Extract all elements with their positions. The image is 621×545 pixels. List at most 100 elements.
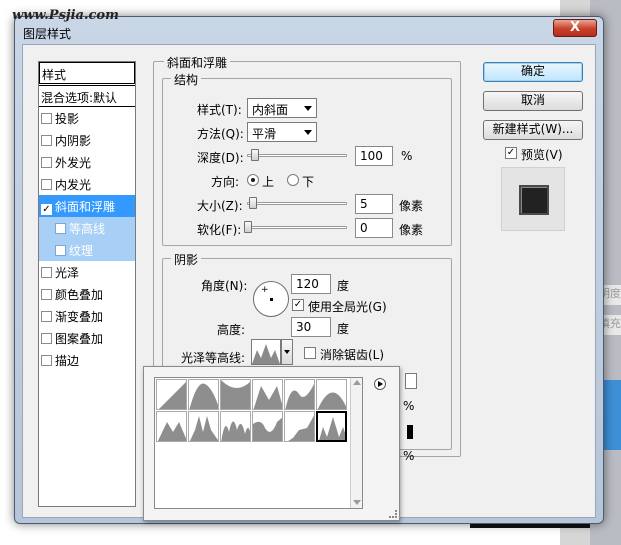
style-item[interactable]: ✓ 斜面和浮雕	[39, 195, 135, 217]
direction-up-radio[interactable]	[247, 174, 259, 186]
angle-dial-center	[270, 298, 273, 301]
style-item[interactable]: 等高线	[39, 217, 135, 239]
style-item[interactable]: 内阴影	[39, 129, 135, 151]
size-slider-track[interactable]	[247, 202, 347, 205]
style-item[interactable]: 纹理	[39, 239, 135, 261]
scroll-down-icon[interactable]	[353, 500, 361, 505]
style-item-label: 内阴影	[55, 134, 92, 148]
contour-preset[interactable]	[188, 411, 219, 442]
angle-dial[interactable]: +	[253, 281, 289, 317]
style-item-checkbox[interactable]	[41, 135, 52, 146]
depth-unit: %	[401, 149, 413, 163]
bevel-style-dropdown[interactable]: 内斜面	[247, 98, 317, 118]
style-item-checkbox[interactable]	[41, 289, 52, 300]
style-item-label: 外发光	[55, 156, 92, 170]
soften-input[interactable]: 0	[355, 218, 393, 238]
style-item[interactable]: 外发光	[39, 151, 135, 173]
bevel-section-title: 斜面和浮雕	[164, 54, 231, 71]
contour-preset[interactable]	[252, 379, 283, 410]
style-item[interactable]: 光泽	[39, 261, 135, 283]
preview-square	[519, 185, 549, 215]
popup-menu-icon[interactable]	[374, 378, 386, 390]
angle-input[interactable]: 120	[291, 274, 331, 294]
cancel-button[interactable]: 取消	[483, 91, 583, 111]
depth-slider-track[interactable]	[247, 154, 347, 157]
contour-preset[interactable]	[284, 411, 315, 442]
style-item-label: 图案叠加	[55, 332, 104, 346]
style-item[interactable]: 颜色叠加	[39, 283, 135, 305]
altitude-input[interactable]: 30	[291, 317, 331, 337]
direction-down-radio[interactable]	[287, 174, 299, 186]
style-item-label: 斜面和浮雕	[55, 200, 116, 214]
structure-title: 结构	[171, 71, 202, 88]
contour-preset[interactable]	[316, 379, 347, 410]
contour-preset[interactable]	[156, 411, 187, 442]
ok-button[interactable]: 确定	[483, 62, 583, 82]
style-item[interactable]: 渐变叠加	[39, 305, 135, 327]
preview-checkbox[interactable]: ✓	[505, 147, 517, 159]
gloss-contour-dropdown[interactable]	[281, 339, 293, 365]
style-item-checkbox[interactable]	[55, 245, 66, 256]
contour-preset[interactable]	[252, 411, 283, 442]
contour-ring-icon	[252, 344, 280, 364]
anti-alias-checkbox[interactable]	[304, 347, 316, 359]
soften-unit: 像素	[399, 223, 424, 237]
style-item-checkbox[interactable]	[41, 311, 52, 322]
depth-input[interactable]: 100	[355, 146, 393, 166]
preview-thumbnail	[501, 167, 565, 231]
depth-slider-handle[interactable]	[251, 149, 259, 161]
global-light-checkbox[interactable]: ✓	[292, 299, 304, 311]
shadow-color-swatch[interactable]	[407, 425, 413, 439]
technique-dropdown[interactable]: 平滑	[247, 122, 317, 142]
contour-preset[interactable]	[284, 379, 315, 410]
contour-preset[interactable]	[220, 379, 251, 410]
style-item[interactable]: 描边	[39, 349, 135, 371]
style-item-checkbox[interactable]	[41, 113, 52, 124]
hidden-color-swatch[interactable]	[405, 373, 417, 389]
contour-preset[interactable]	[188, 379, 219, 410]
new-style-button[interactable]: 新建样式(W)...	[483, 120, 583, 140]
size-input[interactable]: 5	[355, 194, 393, 214]
soften-slider-handle[interactable]	[244, 221, 252, 233]
style-list-header[interactable]: 样式	[39, 62, 135, 84]
style-item-checkbox[interactable]: ✓	[41, 204, 52, 215]
style-item-label: 纹理	[69, 244, 94, 258]
depth-label: 深度(D):	[197, 151, 244, 165]
contour-scrollbar[interactable]	[350, 378, 362, 508]
style-item-checkbox[interactable]	[41, 157, 52, 168]
contour-preset[interactable]	[316, 411, 347, 442]
chevron-down-icon	[304, 106, 312, 111]
size-unit: 像素	[399, 199, 424, 213]
preview-label: 预览(V)	[521, 148, 563, 162]
style-label: 样式(T):	[197, 103, 242, 117]
chevron-down-icon	[284, 350, 290, 354]
style-item-checkbox[interactable]	[41, 333, 52, 344]
soften-slider-track[interactable]	[247, 226, 347, 229]
contour-preset[interactable]	[156, 379, 187, 410]
blend-options-item[interactable]: 混合选项:默认	[39, 85, 135, 107]
style-list: 样式 混合选项:默认 投影 内阴影 外发光 内发光 ✓ 斜面和浮雕 等高线 纹理 光泽 颜色叠加渐…	[38, 61, 136, 507]
style-item[interactable]: 图案叠加	[39, 327, 135, 349]
style-item-checkbox[interactable]	[41, 267, 52, 278]
close-button[interactable]: X	[553, 19, 597, 37]
style-item-checkbox[interactable]	[41, 179, 52, 190]
style-item[interactable]: 内发光	[39, 173, 135, 195]
angle-crosshair-icon: +	[261, 285, 269, 295]
soften-label: 软化(F):	[197, 223, 242, 237]
scroll-up-icon[interactable]	[353, 380, 361, 385]
size-slider-handle[interactable]	[249, 197, 257, 209]
direction-label: 方向:	[211, 175, 240, 189]
resize-grip-icon[interactable]	[389, 510, 397, 518]
angle-label: 角度(N):	[201, 279, 248, 293]
style-item[interactable]: 投影	[39, 107, 135, 129]
style-item-checkbox[interactable]	[41, 355, 52, 366]
anti-alias-label: 消除锯齿(L)	[320, 348, 385, 362]
style-item-checkbox[interactable]	[55, 223, 66, 234]
shading-title: 阴影	[171, 251, 202, 268]
contour-preset[interactable]	[220, 411, 251, 442]
global-light-label: 使用全局光(G)	[308, 300, 387, 314]
close-icon: X	[569, 20, 581, 35]
gloss-contour-swatch[interactable]	[251, 339, 281, 365]
style-item-label: 投影	[55, 112, 80, 126]
style-item-label: 等高线	[69, 222, 106, 236]
